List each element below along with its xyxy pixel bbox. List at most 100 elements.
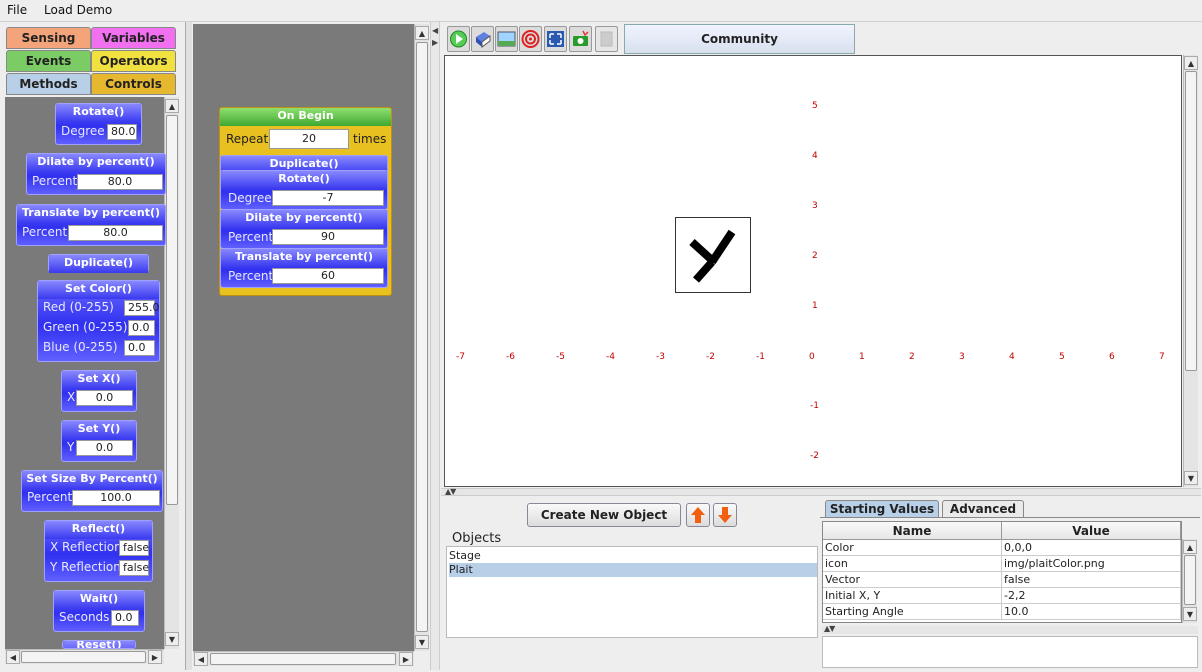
table-cell-value[interactable]: -2,2	[1002, 588, 1181, 604]
scroll-up-icon[interactable]: ▲	[1184, 56, 1198, 70]
scroll-down-icon[interactable]: ▼	[1183, 607, 1197, 621]
tab-sensing[interactable]: Sensing	[6, 27, 91, 49]
x-field[interactable]: 0.0	[76, 390, 133, 406]
repeat-count-field[interactable]: 20	[269, 129, 349, 149]
stage-splitter[interactable]: ▲▼	[441, 487, 1201, 496]
red-field[interactable]: 255.0	[124, 300, 160, 316]
column-header-name[interactable]: Name	[823, 522, 1002, 540]
table-cell-name[interactable]: Initial X, Y	[823, 588, 1002, 604]
eraser-icon[interactable]	[471, 26, 494, 52]
palette-dilate-block[interactable]: Dilate by percent() Percent 80.0	[26, 153, 166, 195]
scroll-thumb[interactable]	[166, 115, 178, 505]
scroll-up-icon[interactable]: ▲	[415, 26, 429, 40]
play-icon[interactable]	[447, 26, 470, 52]
collapse-up-icon[interactable]: ▲▼	[824, 624, 835, 633]
table-cell-value[interactable]: 10.0	[1002, 604, 1181, 620]
tab-advanced[interactable]: Advanced	[942, 500, 1024, 518]
create-new-object-button[interactable]: Create New Object	[527, 503, 681, 527]
scroll-up-icon[interactable]: ▲	[165, 99, 179, 113]
target-icon[interactable]	[519, 26, 542, 52]
script-rotate-block[interactable]: Rotate() Degree -7	[220, 170, 388, 210]
script-hscrollbar[interactable]: ◀ ▶	[193, 651, 414, 666]
degree-field[interactable]: -7	[272, 190, 384, 206]
plait-sprite[interactable]	[675, 217, 751, 293]
scroll-thumb[interactable]	[1184, 555, 1196, 605]
scroll-down-icon[interactable]: ▼	[1184, 471, 1198, 485]
table-cell-name[interactable]: Color	[823, 540, 1002, 556]
script-translate-block[interactable]: Translate by percent() Percent 60	[220, 248, 388, 288]
palette-duplicate-block[interactable]: Duplicate()	[48, 254, 149, 273]
blue-field[interactable]: 0.0	[124, 340, 155, 356]
scroll-right-icon[interactable]: ▶	[399, 652, 413, 666]
properties-splitter[interactable]: ▲▼	[822, 624, 1198, 634]
percent-field[interactable]: 80.0	[77, 174, 163, 190]
menu-load-demo[interactable]: Load Demo	[44, 3, 112, 17]
scroll-left-icon[interactable]: ◀	[194, 652, 208, 666]
table-cell-name[interactable]: Starting Angle	[823, 604, 1002, 620]
script-vscrollbar[interactable]: ▲ ▼	[414, 24, 429, 651]
scroll-right-icon[interactable]: ▶	[148, 650, 162, 664]
palette-vscrollbar[interactable]: ▲ ▼	[164, 97, 179, 649]
stage-vscrollbar[interactable]: ▲ ▼	[1183, 55, 1198, 487]
percent-field[interactable]: 60	[272, 268, 384, 284]
palette-wait-block[interactable]: Wait() Seconds 0.0	[53, 590, 145, 632]
collapse-up-icon[interactable]: ▲▼	[445, 487, 456, 496]
tab-variables[interactable]: Variables	[91, 27, 176, 49]
scroll-down-icon[interactable]: ▼	[165, 632, 179, 646]
stage-canvas[interactable]: -7 -6 -5 -4 -3 -2 -1 0 1 2 3 4 5 6 7 5 4 3 2 1 -1 -2	[444, 55, 1182, 487]
table-cell-value[interactable]: false	[1002, 572, 1181, 588]
list-item-plait[interactable]: Plait	[449, 563, 817, 577]
seconds-field[interactable]: 0.0	[111, 610, 139, 626]
splitter[interactable]	[186, 22, 192, 670]
background-icon[interactable]	[495, 26, 518, 52]
palette-rotate-block[interactable]: Rotate() Degree 80.0	[55, 103, 142, 145]
percent-field[interactable]: 90	[272, 229, 384, 245]
properties-vscrollbar[interactable]: ▲ ▼	[1182, 539, 1197, 623]
table-cell-value[interactable]: 0,0,0	[1002, 540, 1181, 556]
palette-set-y-block[interactable]: Set Y() Y 0.0	[61, 420, 137, 462]
tab-community[interactable]: Community	[624, 24, 855, 54]
move-up-button[interactable]	[686, 503, 710, 527]
column-header-value[interactable]: Value	[1002, 522, 1181, 540]
move-down-button[interactable]	[713, 503, 737, 527]
console-area[interactable]	[822, 636, 1198, 668]
scroll-thumb[interactable]	[1185, 71, 1197, 371]
objects-list[interactable]: Stage Plait	[446, 546, 818, 638]
main-splitter[interactable]: ◀ ▶	[430, 22, 440, 670]
camera-icon[interactable]	[569, 26, 592, 52]
palette-reflect-block[interactable]: Reflect() X Reflection false Y Reflectio…	[44, 520, 153, 582]
scroll-thumb[interactable]	[416, 42, 428, 632]
palette-set-color-block[interactable]: Set Color() Red (0-255) 255.0 Green (0-2…	[37, 280, 160, 362]
tab-events[interactable]: Events	[6, 50, 91, 72]
palette-reset-block[interactable]: Reset()	[62, 640, 136, 649]
collapse-right-icon[interactable]: ▶	[432, 38, 438, 47]
table-cell-name[interactable]: Vector	[823, 572, 1002, 588]
y-reflection-field[interactable]: false	[119, 560, 149, 576]
table-cell-value[interactable]: img/plaitColor.png	[1002, 556, 1181, 572]
green-field[interactable]: 0.0	[128, 320, 155, 336]
tab-starting-values[interactable]: Starting Values	[825, 500, 939, 518]
properties-table[interactable]: Name Value Color 0,0,0 icon img/plaitCol…	[822, 521, 1182, 623]
scroll-thumb[interactable]	[210, 653, 396, 665]
scroll-left-icon[interactable]: ◀	[6, 650, 20, 664]
palette-set-size-block[interactable]: Set Size By Percent() Percent 100.0	[21, 470, 163, 512]
y-field[interactable]: 0.0	[76, 440, 133, 456]
percent-field[interactable]: 100.0	[72, 490, 160, 506]
scroll-up-icon[interactable]: ▲	[1183, 540, 1197, 554]
menu-file[interactable]: File	[7, 3, 27, 17]
script-dilate-block[interactable]: Dilate by percent() Percent 90	[220, 209, 388, 249]
collapse-left-icon[interactable]: ◀	[432, 26, 438, 35]
degree-field[interactable]: 80.0	[107, 124, 137, 140]
on-begin-block[interactable]: On Begin	[220, 108, 391, 126]
tab-methods[interactable]: Methods	[6, 73, 91, 95]
list-item-stage[interactable]: Stage	[449, 549, 817, 563]
x-reflection-field[interactable]: false	[119, 540, 149, 556]
scroll-thumb[interactable]	[21, 651, 146, 663]
palette-translate-block[interactable]: Translate by percent() Percent 80.0	[16, 204, 166, 246]
tab-controls[interactable]: Controls	[91, 73, 176, 95]
tab-operators[interactable]: Operators	[91, 50, 176, 72]
palette-set-x-block[interactable]: Set X() X 0.0	[61, 370, 137, 412]
palette-hscrollbar[interactable]: ◀ ▶	[5, 649, 164, 664]
percent-field[interactable]: 80.0	[68, 225, 163, 241]
scroll-down-icon[interactable]: ▼	[415, 635, 429, 649]
